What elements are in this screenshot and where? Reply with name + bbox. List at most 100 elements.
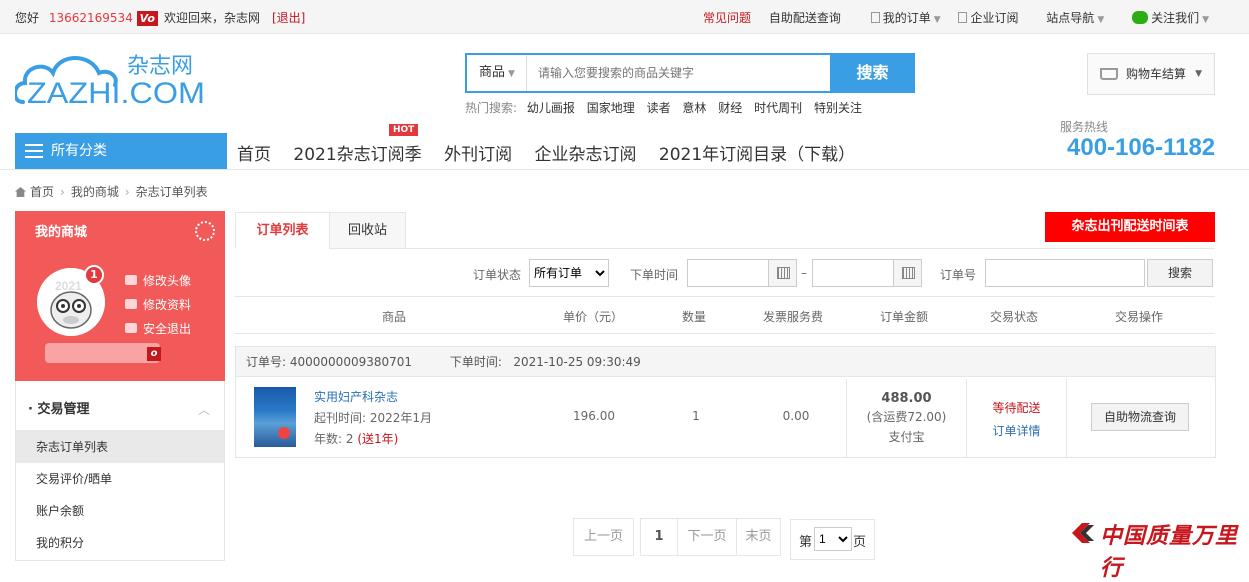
product-title-link[interactable]: 实用妇产科杂志 — [314, 387, 432, 408]
end-date-field[interactable] — [812, 259, 922, 287]
delivery-schedule-button[interactable]: 杂志出刊配送时间表 — [1045, 212, 1215, 242]
magazine-cover[interactable] — [254, 387, 296, 447]
start-date-text: 起刊时间: 2022年1月 — [314, 411, 433, 425]
nav-item-home[interactable]: 首页 — [237, 145, 288, 165]
page-select[interactable]: 1 — [814, 527, 852, 551]
hot-search-item[interactable]: 特别关注 — [814, 101, 870, 115]
user-level-tag: o — [147, 347, 161, 361]
follow-us-link[interactable]: 关注我们 ▼ — [1108, 11, 1209, 25]
site-logo[interactable]: 杂志网 ZAZHI.COM — [13, 47, 207, 110]
tab-order-list[interactable]: 订单列表 — [235, 212, 330, 249]
hot-search-item[interactable]: 读者 — [647, 101, 679, 115]
calendar-icon[interactable] — [768, 260, 796, 286]
order-filter: 订单状态 所有订单 下单时间 – 订单号 搜索 — [235, 259, 1215, 289]
sidebar-item-points[interactable]: 我的积分 — [16, 527, 224, 559]
hot-search-item[interactable]: 幼儿画报 — [527, 101, 583, 115]
welcome-text: 欢迎回来， — [163, 11, 224, 25]
nav-item-enterprise[interactable]: 企业杂志订阅 — [534, 145, 653, 165]
all-categories-button[interactable]: 所有分类 — [15, 133, 227, 169]
calendar-icon[interactable] — [893, 260, 921, 286]
page-prefix: 第 — [799, 535, 813, 550]
sidebar-item-reviews[interactable]: 交易评价/晒单 — [16, 463, 224, 495]
site-nav-link[interactable]: 站点导航 ▼ — [1022, 11, 1104, 25]
my-orders-link[interactable]: 我的订单 ▼ — [845, 11, 941, 25]
chevron-right-icon: › — [124, 185, 130, 199]
search-button[interactable]: 搜索 — [830, 53, 915, 93]
enterprise-subscribe-link[interactable]: 企业订阅 — [944, 11, 1018, 25]
user-phone-link[interactable]: 13662169534 — [49, 11, 133, 25]
order-number: 4000000009380701 — [289, 355, 413, 369]
order-detail-link[interactable]: 订单详情 — [967, 422, 1066, 439]
order-amount: 488.00 — [881, 391, 932, 406]
logo-en-text: ZAZHI.COM — [27, 77, 205, 107]
nav-item-catalog[interactable]: 2021年订阅目录（下载） — [659, 145, 872, 165]
nav-item-2021-season[interactable]: 2021杂志订阅季 — [293, 145, 438, 165]
search-input[interactable] — [528, 55, 831, 91]
home-icon — [15, 187, 26, 197]
page-1-button[interactable]: 1 — [640, 518, 678, 556]
status-cell: 等待配送 订单详情 — [967, 379, 1067, 458]
breadcrumb-current: 杂志订单列表 — [135, 185, 208, 199]
last-page-button[interactable]: 末页 — [736, 518, 781, 556]
invoice-fee: 0.00 — [782, 409, 810, 423]
site-name-text: 杂志网 — [223, 11, 260, 25]
tab-recycle-bin[interactable]: 回收站 — [329, 212, 406, 249]
menu-icon — [25, 144, 43, 158]
filter-search-button[interactable]: 搜索 — [1147, 259, 1213, 287]
delivery-query-link[interactable]: 自助配送查询 — [755, 11, 841, 25]
unit-price: 196.00 — [573, 409, 615, 423]
order-header: 订单号: 4000000009380701 下单时间: 2021-10-25 0… — [236, 347, 1215, 377]
chevron-down-icon: ▼ — [508, 69, 515, 79]
order-no-input[interactable] — [985, 259, 1145, 287]
greeting-text: 您好 — [15, 11, 40, 25]
faq-link[interactable]: 常见问题 — [689, 11, 751, 25]
order-table-header: 商品 单价（元） 数量 发票服务费 订单金额 交易状态 交易操作 — [235, 296, 1215, 334]
power-icon — [125, 323, 137, 333]
gift-text: (送1年) — [357, 432, 399, 446]
wechat-icon — [1132, 11, 1149, 24]
nav-item-foreign[interactable]: 外刊订阅 — [444, 145, 529, 165]
hot-search-item[interactable]: 国家地理 — [587, 101, 643, 115]
cart-icon — [1100, 68, 1118, 80]
col-product: 商品 — [382, 310, 407, 324]
hot-search-item[interactable]: 财经 — [718, 101, 750, 115]
order-no-label: 订单号 — [940, 268, 977, 282]
profile-links: 修改头像 修改资料 安全退出 — [125, 269, 191, 341]
order-status: 等待配送 — [992, 401, 1041, 415]
breadcrumb-home[interactable]: 首页 — [30, 185, 54, 199]
cart-button[interactable]: 购物车结算 ▼ — [1087, 53, 1215, 95]
nav-divider — [0, 169, 1249, 170]
col-order-amount: 订单金额 — [880, 310, 929, 324]
payment-method: 支付宝 — [888, 430, 925, 444]
hot-tag-badge: HOT — [389, 124, 419, 136]
sidebar-group-trade[interactable]: · 交易管理 ︿ — [16, 381, 224, 431]
date-separator: – — [801, 266, 807, 280]
safe-logout-link[interactable]: 安全退出 — [125, 317, 191, 341]
chevron-down-icon: ▼ — [933, 15, 941, 25]
next-page-button[interactable]: 下一页 — [677, 518, 737, 556]
sidebar-item-balance[interactable]: 账户余额 — [16, 495, 224, 527]
date-label: 下单时间 — [630, 268, 679, 282]
logout-link[interactable]: 退出 — [277, 11, 301, 25]
start-date-field[interactable] — [687, 259, 797, 287]
chevron-right-icon: › — [60, 185, 65, 199]
hot-search-item[interactable]: 意林 — [682, 101, 714, 115]
edit-profile-link[interactable]: 修改资料 — [125, 293, 191, 317]
search-category-select[interactable]: 商品 ▼ — [467, 55, 527, 91]
logistics-query-button[interactable]: 自助物流查询 — [1091, 403, 1189, 431]
status-select[interactable]: 所有订单 — [529, 259, 609, 287]
enterprise-icon — [958, 12, 968, 23]
prev-page-button[interactable]: 上一页 — [573, 518, 634, 556]
order-card: 订单号: 4000000009380701 下单时间: 2021-10-25 0… — [235, 346, 1216, 458]
hot-search-item[interactable]: 时代周刊 — [754, 101, 810, 115]
gear-icon[interactable] — [195, 221, 215, 241]
change-avatar-link[interactable]: 修改头像 — [125, 269, 191, 293]
sidebar-item-order-list[interactable]: 杂志订单列表 — [16, 431, 224, 463]
order-time: 2021-10-25 09:30:49 — [513, 355, 641, 369]
col-invoice-fee: 发票服务费 — [763, 310, 824, 324]
breadcrumb: 首页 › 我的商城 › 杂志订单列表 — [15, 183, 208, 200]
notification-badge: 1 — [84, 265, 104, 285]
logout-bracket-close: ] — [300, 11, 306, 25]
col-unit-price: 单价（元） — [563, 310, 624, 324]
breadcrumb-my-mall[interactable]: 我的商城 — [71, 185, 119, 199]
